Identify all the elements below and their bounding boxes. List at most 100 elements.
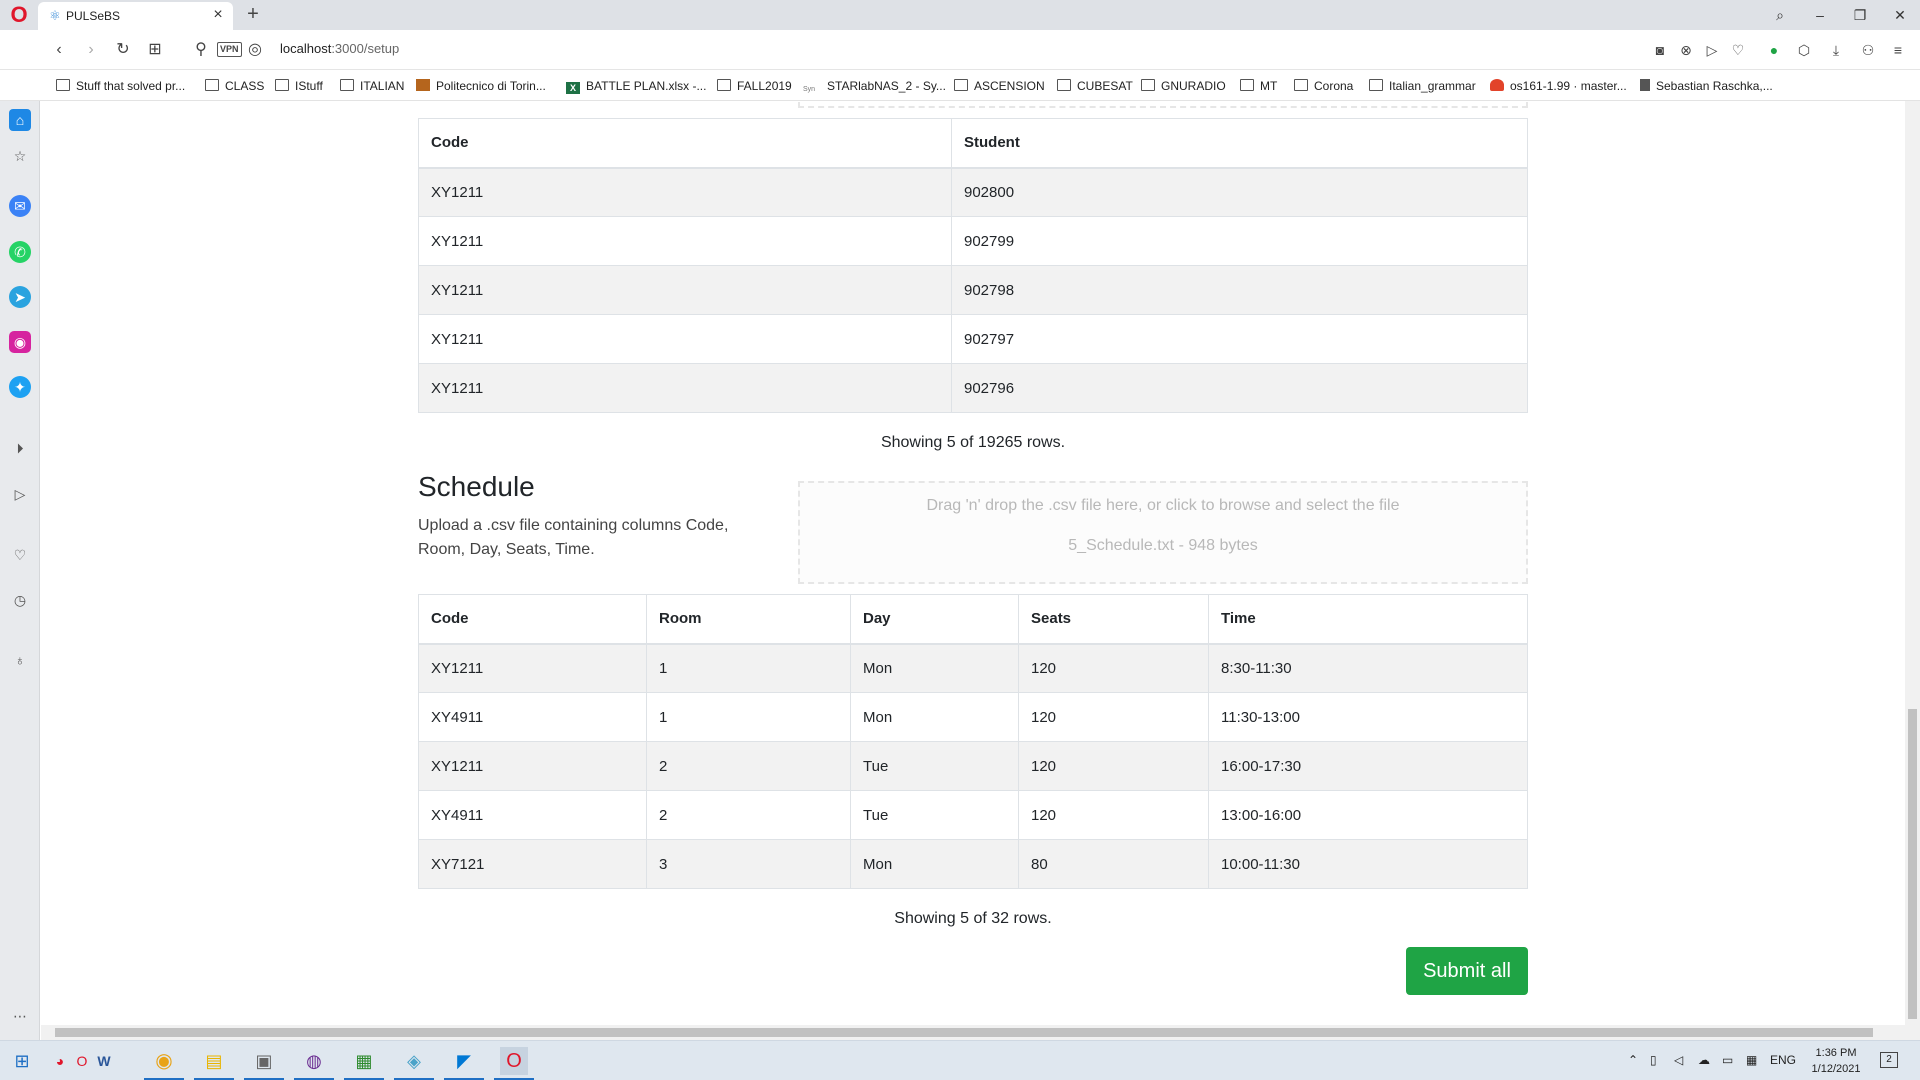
bookmark-item[interactable]: IStuff bbox=[275, 77, 323, 95]
back-icon[interactable]: ‹ bbox=[48, 39, 70, 61]
close-window-button[interactable]: ✕ bbox=[1885, 3, 1915, 27]
telegram-icon[interactable]: ➤ bbox=[9, 286, 31, 308]
table-row: XY1211 902798 bbox=[418, 265, 1528, 315]
extension-icon[interactable]: ● bbox=[1764, 40, 1784, 60]
vpn-badge[interactable]: VPN bbox=[217, 42, 242, 57]
flow-icon[interactable]: ▷ bbox=[1702, 40, 1722, 60]
bookmark-item[interactable]: ASCENSION bbox=[954, 77, 1045, 95]
twitter-icon[interactable]: ✦ bbox=[9, 376, 31, 398]
language-indicator[interactable]: ENG bbox=[1770, 1053, 1796, 1067]
bookmark-item[interactable]: MT bbox=[1240, 77, 1277, 95]
bookmark-item[interactable]: Stuff that solved pr... bbox=[56, 77, 185, 95]
horizontal-scrollbar[interactable] bbox=[41, 1025, 1920, 1040]
react-favicon-icon: ⚛ bbox=[49, 8, 61, 23]
bookmark-label: Politecnico di Torin... bbox=[436, 79, 546, 93]
menu-icon[interactable]: ≡ bbox=[1888, 40, 1908, 60]
player-icon[interactable]: ⏵ bbox=[9, 437, 31, 459]
battery-icon[interactable]: ▭ bbox=[1722, 1053, 1733, 1067]
new-tab-button[interactable]: + bbox=[242, 3, 264, 25]
table-cell: XY4911 bbox=[418, 790, 647, 840]
table-row: XY1211 902800 bbox=[418, 167, 1528, 217]
folder-icon bbox=[954, 79, 968, 91]
windows-taskbar: ⊞ ◕ O W ◉ ▤ ▣ ◍ ▦ ◈ ◤ O ⌃ ▯ ◁ ☁ ▭ ▦ ENG … bbox=[0, 1040, 1920, 1080]
browser-tab[interactable]: ⚛ PULSeBS × bbox=[38, 2, 233, 30]
chrome-icon[interactable]: ◉ bbox=[144, 1047, 184, 1080]
vscode-icon[interactable]: ◤ bbox=[444, 1047, 484, 1080]
heart-icon[interactable]: ♡ bbox=[1728, 40, 1748, 60]
volume-icon[interactable]: ◁ bbox=[1674, 1053, 1683, 1067]
system-clock[interactable]: 1:36 PM 1/12/2021 bbox=[1806, 1045, 1866, 1077]
schedule-dropzone[interactable]: Drag 'n' drop the .csv file here, or cli… bbox=[798, 481, 1528, 584]
notepad-icon[interactable]: ▦ bbox=[344, 1047, 384, 1080]
vertical-scrollbar[interactable] bbox=[1905, 101, 1920, 1025]
bookmark-item[interactable]: CLASS bbox=[205, 77, 264, 95]
onedrive-icon[interactable]: ☁ bbox=[1698, 1053, 1710, 1067]
bookmark-item[interactable]: CUBESAT bbox=[1057, 77, 1133, 95]
tips-icon[interactable]: ♁ bbox=[9, 649, 31, 671]
opera-menu-icon[interactable]: O bbox=[8, 4, 30, 26]
tray-device-icon[interactable]: ▯ bbox=[1650, 1053, 1657, 1067]
account-icon[interactable]: ⚇ bbox=[1858, 40, 1878, 60]
bookmark-label: ITALIAN bbox=[360, 79, 405, 93]
submit-all-button[interactable]: Submit all bbox=[1406, 947, 1528, 995]
tab-close-icon[interactable]: × bbox=[209, 6, 227, 24]
download-icon[interactable]: ⤓ bbox=[1826, 40, 1846, 60]
table-cell: Tue bbox=[850, 790, 1019, 840]
url-host: localhost bbox=[280, 41, 332, 56]
table-cell: XY1211 bbox=[418, 314, 952, 364]
enrollment-dropzone[interactable] bbox=[798, 101, 1528, 108]
word-icon[interactable]: W bbox=[90, 1047, 118, 1075]
gitlab-icon bbox=[1490, 79, 1504, 91]
url-field[interactable]: localhost:3000/setup bbox=[280, 41, 399, 56]
bookmarks-heart-icon[interactable]: ♡ bbox=[9, 544, 31, 566]
table-cell: 902799 bbox=[951, 216, 1528, 266]
app-icon[interactable]: ◈ bbox=[394, 1047, 434, 1080]
start-icon[interactable]: ⊞ bbox=[8, 1047, 36, 1075]
tray-chevron-icon[interactable]: ⌃ bbox=[1628, 1053, 1638, 1067]
whatsapp-icon[interactable]: ✆ bbox=[9, 241, 31, 263]
table-cell: 11:30-13:00 bbox=[1208, 692, 1528, 742]
bookmark-item[interactable]: Politecnico di Torin... bbox=[416, 77, 546, 95]
file-explorer-icon[interactable]: ▤ bbox=[194, 1047, 234, 1080]
bookmark-item[interactable]: Syn STARlabNAS_2 - Sy... bbox=[803, 77, 946, 95]
adblock-icon[interactable]: ⊗ bbox=[1676, 40, 1696, 60]
photos-icon[interactable]: ▣ bbox=[244, 1047, 284, 1080]
bookmark-item[interactable]: GNURADIO bbox=[1141, 77, 1226, 95]
snapshot-icon[interactable]: ◙ bbox=[1650, 40, 1670, 60]
bookmark-item[interactable]: Italian_grammar bbox=[1369, 77, 1476, 95]
bookmark-item[interactable]: X BATTLE PLAN.xlsx -... bbox=[566, 77, 706, 95]
bookmark-item[interactable]: os161-1.99 · master... bbox=[1490, 77, 1627, 95]
speed-dial-icon[interactable]: ☆ bbox=[9, 145, 31, 167]
scrollbar-thumb[interactable] bbox=[55, 1028, 1873, 1037]
instagram-icon[interactable]: ◉ bbox=[9, 331, 31, 353]
network-icon[interactable]: ▦ bbox=[1746, 1053, 1757, 1067]
dropzone-hint: Drag 'n' drop the .csv file here, or cli… bbox=[926, 497, 1400, 514]
search-tabs-icon[interactable]: ⌕ bbox=[1765, 3, 1795, 27]
notification-center-icon[interactable]: 2 bbox=[1880, 1052, 1898, 1068]
minimize-button[interactable]: – bbox=[1805, 3, 1835, 27]
enrollment-row-count: Showing 5 of 19265 rows. bbox=[880, 434, 1066, 451]
messenger-icon[interactable]: ✉ bbox=[9, 195, 31, 217]
table-row: XY1211 1 Mon 120 8:30-11:30 bbox=[418, 643, 1528, 693]
history-icon[interactable]: ◷ bbox=[9, 589, 31, 611]
restore-button[interactable]: ❐ bbox=[1845, 3, 1875, 27]
send-icon[interactable]: ▷ bbox=[9, 483, 31, 505]
opera-taskbar-icon[interactable]: O bbox=[494, 1047, 534, 1080]
security-icon[interactable]: ⚲ bbox=[190, 39, 212, 61]
scrollbar-thumb[interactable] bbox=[1908, 709, 1917, 1019]
tab-grid-icon[interactable]: ⊞ bbox=[144, 39, 166, 61]
teams-icon[interactable]: ◍ bbox=[294, 1047, 334, 1080]
column-header: Seats bbox=[1018, 594, 1209, 645]
forward-icon[interactable]: › bbox=[80, 39, 102, 61]
table-cell: XY7121 bbox=[418, 839, 647, 889]
cube-extension-icon[interactable]: ⬡ bbox=[1794, 40, 1814, 60]
home-icon[interactable]: ⌂ bbox=[9, 109, 31, 131]
bookmark-item[interactable]: FALL2019 bbox=[717, 77, 792, 95]
bookmark-item[interactable]: ITALIAN bbox=[340, 77, 404, 95]
reload-icon[interactable]: ↻ bbox=[112, 39, 134, 61]
more-icon[interactable]: ⋯ bbox=[9, 1005, 31, 1027]
bookmark-item[interactable]: Sebastian Raschka,... bbox=[1640, 77, 1773, 95]
schedule-table: Code Room Day Seats Time XY1211 1 Mon 120 8:… bbox=[418, 594, 1528, 889]
bookmark-item[interactable]: Corona bbox=[1294, 77, 1353, 95]
bookmark-label: Italian_grammar bbox=[1389, 79, 1476, 93]
